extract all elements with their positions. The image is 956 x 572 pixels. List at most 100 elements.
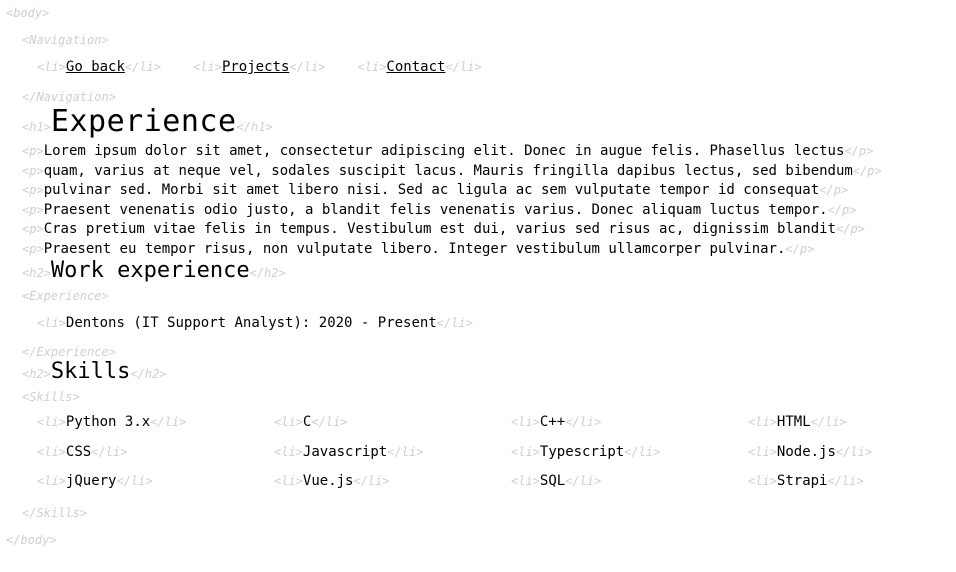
skill-label: C++ [539, 414, 566, 430]
li-open-tag: <li> [748, 474, 777, 488]
p-open-tag: <p> [22, 222, 44, 236]
li-open-tag: <li> [274, 444, 303, 459]
paragraph-line: <p>quam, varius at neque vel, sodales su… [22, 162, 882, 182]
p-close-tag: </p> [852, 163, 882, 178]
paragraph-text: Praesent eu tempor risus, non vulputate … [43, 240, 786, 257]
skill-item: <li>Node.js</li> [748, 444, 937, 462]
experience-close-tag: </Experience> [22, 345, 116, 359]
skill-item: <li>Strapi</li> [748, 473, 937, 491]
skill-item: <li>C</li> [274, 414, 511, 432]
li-open-tag: <li> [274, 474, 303, 488]
p-open-tag: <p> [22, 144, 44, 158]
paragraph-text: Lorem ipsum dolor sit amet, consectetur … [43, 143, 845, 159]
li-close-tag: </li> [353, 474, 390, 488]
experience-open-tag: <Experience> [22, 289, 109, 303]
paragraph-text: quam, varius at neque vel, sodales susci… [43, 162, 853, 179]
paragraph-line: <p>Praesent venenatis odio justo, a blan… [22, 201, 882, 221]
nav-item-go-back: <li> Go back </li> [37, 58, 161, 76]
skill-item: <li>Typescript</li> [511, 444, 748, 462]
skill-item: <li>Javascript</li> [274, 444, 511, 462]
projects-link[interactable]: Projects [222, 58, 289, 76]
li-close-tag: </li> [810, 415, 847, 429]
skill-label: Javascript [302, 443, 388, 460]
p-close-tag: </p> [785, 241, 815, 256]
p-close-tag: </p> [827, 202, 857, 217]
experience-entry: Dentons (IT Support Analyst): 2020 - Pre… [65, 315, 437, 331]
h1-close-tag: </h1> [236, 120, 273, 134]
go-back-link[interactable]: Go back [66, 58, 125, 76]
li-open-tag: <li> [511, 474, 540, 488]
li-open-tag: <li> [193, 60, 222, 74]
skills-grid: <li>Python 3.x</li> <li>C</li> <li>C++</… [37, 414, 937, 491]
p-open-tag: <p> [22, 163, 44, 178]
body-close-tag: </body> [6, 533, 57, 547]
li-close-tag: </li> [565, 474, 602, 488]
skill-label: SQL [539, 473, 566, 489]
skills-heading: Skills [50, 359, 131, 384]
li-close-tag: </li> [387, 444, 424, 459]
skill-item: <li>CSS</li> [37, 444, 274, 462]
paragraph-text: pulvinar sed. Morbi sit amet libero nisi… [43, 182, 820, 198]
h2-open-tag: <h2> [22, 367, 51, 381]
skill-item: <li>jQuery</li> [37, 473, 274, 491]
experience-list-item: <li>Dentons (IT Support Analyst): 2020 -… [37, 314, 473, 332]
paragraph-line: <p>Cras pretium vitae felis in tempus. V… [22, 220, 882, 240]
skill-label: Python 3.x [65, 414, 151, 430]
skill-item: <li>HTML</li> [748, 414, 937, 432]
li-close-tag: </li> [436, 316, 473, 330]
skill-label: CSS [65, 443, 92, 460]
paragraph-text: Cras pretium vitae felis in tempus. Vest… [43, 221, 836, 237]
li-open-tag: <li> [511, 444, 540, 459]
h2-open-tag: <h2> [22, 266, 51, 280]
nav-item-projects: <li> Projects </li> [193, 58, 325, 76]
li-close-tag: </li> [289, 60, 326, 74]
page-body: { "tags": { "body_open": "<body>", "body… [0, 0, 956, 572]
skill-item: <li>C++</li> [511, 414, 748, 432]
skill-item: <li>Vue.js</li> [274, 473, 511, 491]
li-close-tag: </li> [445, 60, 482, 74]
p-open-tag: <p> [22, 241, 44, 256]
li-close-tag: </li> [827, 474, 864, 488]
li-close-tag: </li> [835, 444, 873, 459]
p-close-tag: </p> [819, 183, 849, 197]
li-open-tag: <li> [357, 60, 387, 74]
li-close-tag: </li> [565, 415, 602, 429]
p-open-tag: <p> [22, 202, 44, 217]
li-open-tag: <li> [37, 444, 66, 459]
skills-close-tag: </Skills> [22, 506, 88, 520]
page-title: Experience [50, 104, 237, 139]
li-open-tag: <li> [274, 415, 303, 429]
work-experience-heading-row: <h2> Work experience </h2> [22, 258, 286, 283]
li-close-tag: </li> [150, 415, 187, 429]
skill-label: HTML [776, 414, 811, 430]
li-open-tag: <li> [748, 444, 777, 459]
li-close-tag: </li> [91, 444, 128, 459]
paragraph-line: <p>pulvinar sed. Morbi sit amet libero n… [22, 181, 882, 201]
li-open-tag: <li> [37, 474, 66, 488]
skills-open-tag: <Skills> [22, 390, 80, 404]
h2-close-tag: </h2> [130, 367, 167, 381]
li-close-tag: </li> [311, 415, 348, 429]
paragraph-line: <p>Lorem ipsum dolor sit amet, consectet… [22, 142, 882, 162]
li-open-tag: <li> [748, 415, 777, 429]
paragraph-line: <p>Praesent eu tempor risus, non vulputa… [22, 240, 882, 260]
skill-label: Strapi [776, 473, 828, 489]
h2-close-tag: </h2> [249, 266, 286, 280]
intro-paragraphs: <p>Lorem ipsum dolor sit amet, consectet… [22, 142, 882, 259]
page-title-row: <h1> Experience </h1> [22, 104, 273, 139]
contact-link[interactable]: Contact [386, 58, 445, 76]
work-experience-heading: Work experience [50, 258, 250, 283]
li-open-tag: <li> [37, 316, 66, 330]
navigation-list: <li> Go back </li> <li> Projects </li> <li> C… [37, 58, 514, 76]
p-close-tag: </p> [836, 222, 865, 236]
nav-item-contact: <li> Contact </li> [358, 58, 482, 76]
skill-label: jQuery [65, 473, 117, 489]
p-close-tag: </p> [844, 144, 874, 158]
li-open-tag: <li> [511, 415, 540, 429]
body-open-tag: <body> [6, 6, 50, 20]
li-open-tag: <li> [37, 415, 66, 429]
skills-heading-row: <h2> Skills </h2> [22, 359, 167, 384]
li-close-tag: </li> [124, 60, 162, 74]
paragraph-text: Praesent venenatis odio justo, a blandit… [43, 201, 828, 218]
li-open-tag: <li> [37, 60, 66, 74]
